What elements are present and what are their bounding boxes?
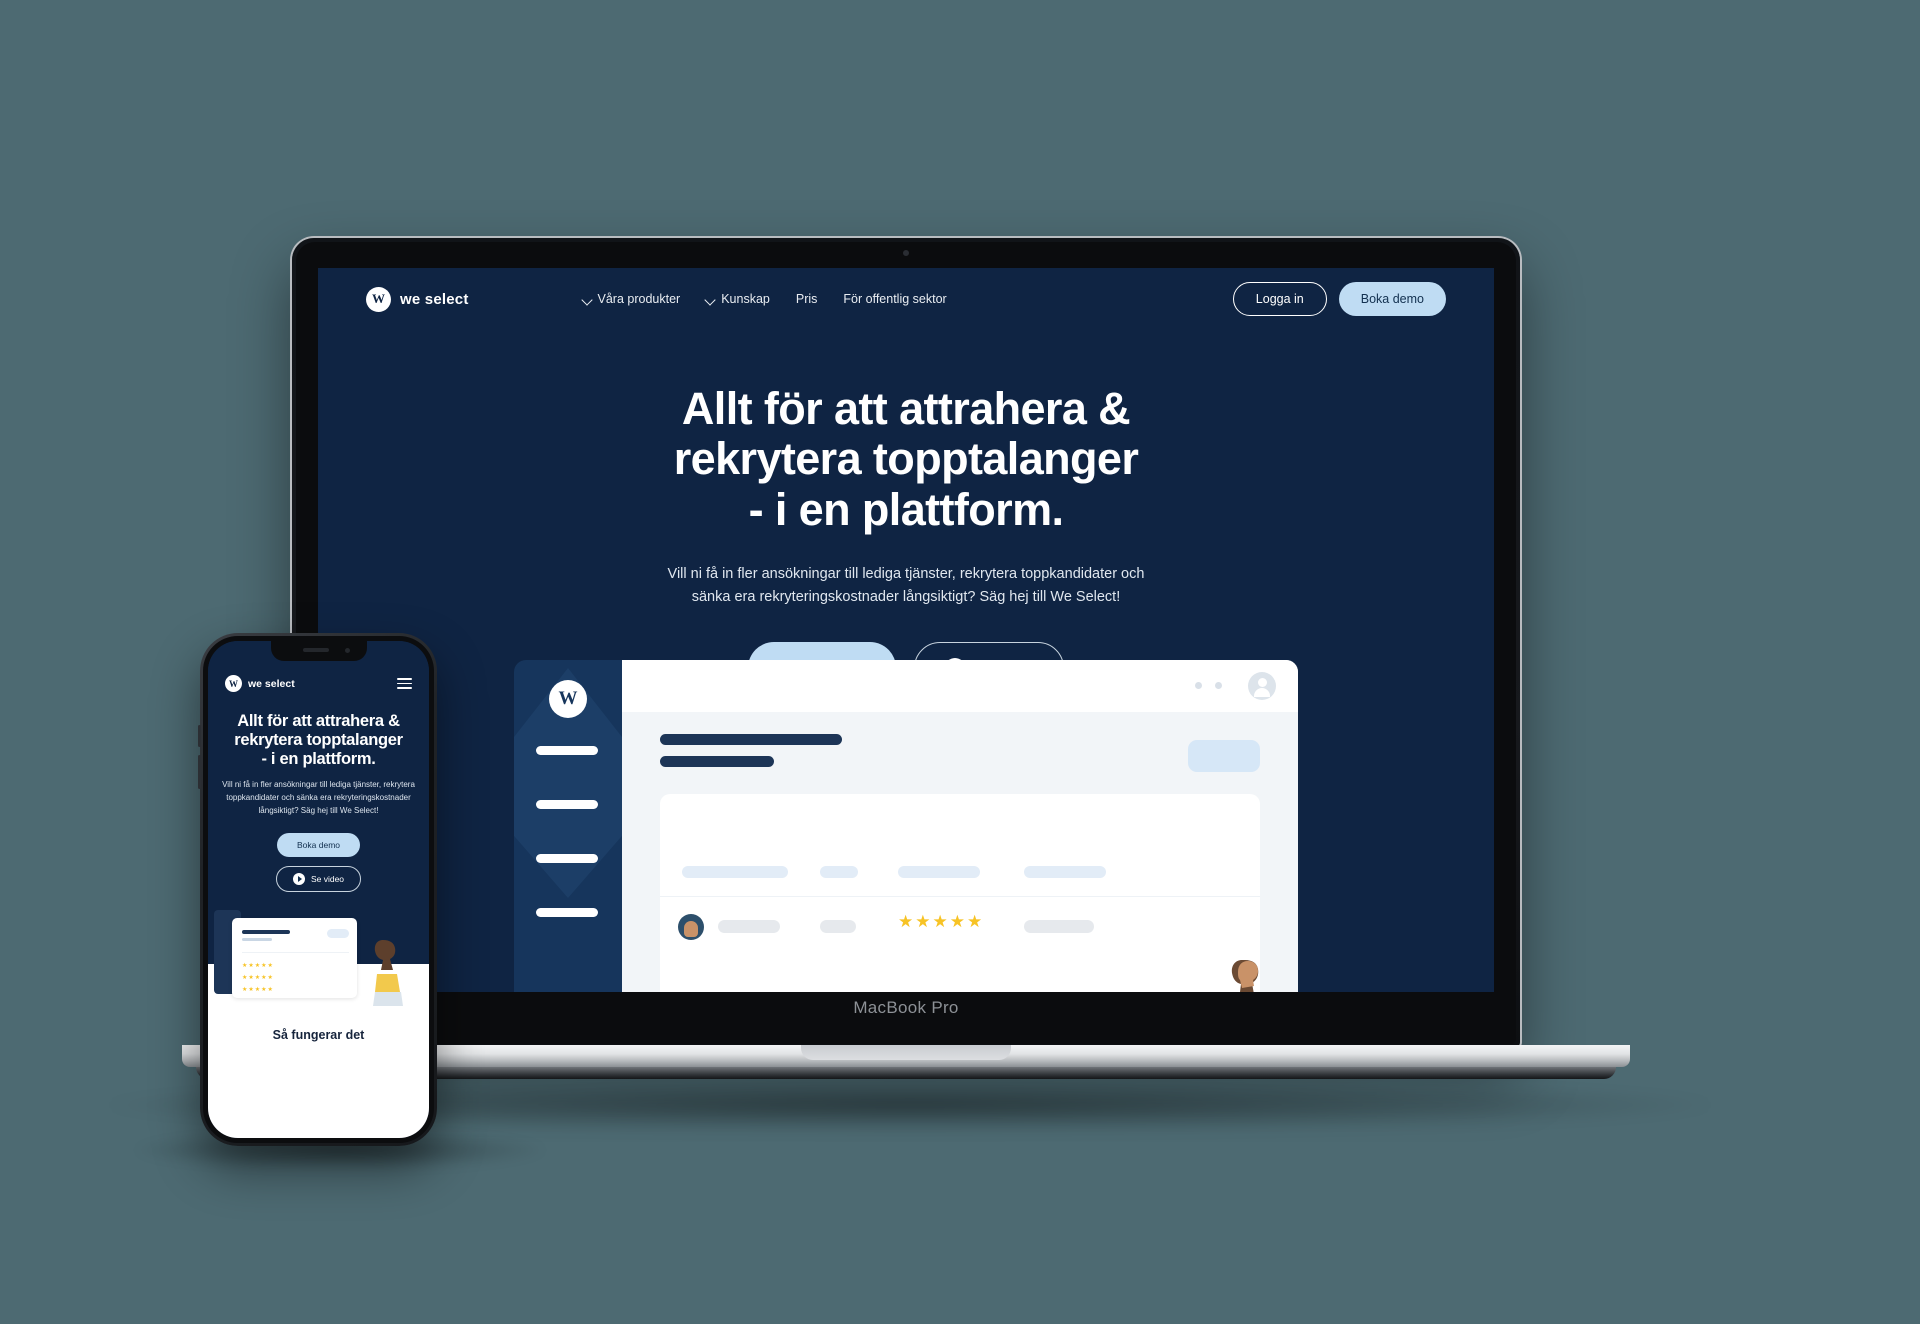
mockup-table-header-cell — [1024, 866, 1106, 878]
phone-book-demo-button[interactable]: Boka demo — [277, 832, 360, 857]
mockup-sidebar-item[interactable] — [536, 800, 598, 809]
mockup-table-header-cell — [898, 866, 980, 878]
phone-watch-video-button[interactable]: Se video — [275, 865, 362, 892]
nav-item-label: Våra produkter — [597, 292, 681, 306]
phone-how-it-works-section: Så fungerar det — [208, 1005, 429, 1138]
mockup-dot-icon — [1215, 682, 1222, 689]
we-select-logo-icon: W — [366, 286, 391, 312]
nav-item-label: Kunskap — [721, 292, 770, 306]
desktop-website: W we select Våra produkter Kunskap Pris — [318, 268, 1494, 992]
nav-item-vara-produkter[interactable]: Våra produkter — [583, 292, 681, 306]
mockup-sidebar-item[interactable] — [536, 908, 598, 917]
mockup-table-divider — [660, 896, 1260, 897]
mockup-table-header-cell — [820, 866, 858, 878]
hero-heading-line-1: Allt för att attrahera & — [681, 383, 1131, 434]
phone-screen: W we select Allt för att attrahera & rek… — [208, 641, 429, 1138]
phone-website: W we select Allt för att attrahera & rek… — [208, 641, 429, 1138]
play-icon — [292, 872, 305, 885]
mockup-action-button[interactable] — [1188, 740, 1260, 772]
woman-illustration-icon — [373, 939, 403, 1006]
mockup-sidebar: W — [514, 660, 622, 992]
chevron-down-icon — [583, 295, 592, 304]
mockup-title-bar — [660, 734, 842, 745]
hero-heading-line-3: - i en plattform. — [748, 483, 1064, 535]
laptop-lid: W we select Våra produkter Kunskap Pris — [292, 238, 1520, 1048]
phone-camera-icon — [344, 648, 350, 653]
hero-heading-line-2: rekrytera topptalanger — [673, 433, 1139, 485]
laptop-model-label: MacBook Pro — [853, 998, 959, 1017]
nav-item-kunskap[interactable]: Kunskap — [706, 292, 770, 306]
laptop-screen: W we select Våra produkter Kunskap Pris — [318, 268, 1494, 992]
mockup-body: ★★★★★ — [622, 712, 1298, 992]
we-select-logo-icon: W — [225, 675, 242, 692]
laptop-base-notch — [801, 1045, 1011, 1060]
app-mockup: W ★★★★★ — [514, 660, 1298, 992]
brand-logo-text: we select — [400, 290, 469, 308]
phone-brand-logo-text: we select — [248, 677, 295, 690]
phone-hero-cta-group: Boka demo Se video — [222, 832, 415, 892]
hamburger-line — [397, 682, 412, 685]
hamburger-line — [397, 677, 412, 680]
hero-subheading-line-1: Vill ni få in fler ansökningar till ledi… — [667, 566, 1145, 583]
site-navbar: W we select Våra produkter Kunskap Pris — [318, 268, 1494, 330]
hamburger-line — [397, 687, 412, 690]
phone-volume-down-button[interactable] — [198, 755, 201, 789]
hero-heading: Allt för att attrahera & rekrytera toppt… — [318, 383, 1494, 535]
login-button[interactable]: Logga in — [1232, 282, 1327, 316]
user-avatar-icon[interactable] — [1248, 672, 1276, 700]
star-rating: ★★★★★ — [898, 912, 985, 931]
mockup-table-header-cell — [682, 866, 788, 878]
phone-brand-logo[interactable]: W we select — [225, 675, 295, 692]
person-photo-icon — [678, 914, 704, 940]
mockup-logo-icon: W — [549, 680, 587, 718]
mockup-dot-icon — [1195, 682, 1202, 689]
woman-illustration-icon — [1231, 960, 1259, 992]
phone-notch — [270, 641, 367, 661]
webcam-icon — [903, 250, 909, 256]
chevron-down-icon — [706, 295, 715, 304]
dashboard-illustration-icon: ★★★★★ ★★★★★ ★★★★★ — [208, 906, 429, 1006]
mockup-cell — [718, 920, 780, 933]
mockup-topbar — [622, 660, 1298, 712]
phone-watch-video-label: Se video — [310, 873, 345, 884]
phone-speaker-icon — [302, 648, 329, 652]
nav-actions: Logga in Boka demo — [1232, 282, 1446, 316]
illustration-dashboard-card: ★★★★★ ★★★★★ ★★★★★ — [232, 917, 357, 998]
nav-links: Våra produkter Kunskap Pris För offentli… — [583, 292, 947, 306]
hero-subheading: Vill ni få in fler ansökningar till ledi… — [646, 563, 1166, 608]
phone-section-heading: Så fungerar det — [272, 1027, 365, 1042]
phone-hero-subheading: Vill ni få in fler ansökningar till ledi… — [222, 779, 415, 815]
mockup-cell — [1024, 920, 1094, 933]
phone-volume-up-button[interactable] — [198, 725, 201, 747]
laptop-device: W we select Våra produkter Kunskap Pris — [292, 238, 1520, 1048]
phone-device: W we select Allt för att attrahera & rek… — [198, 633, 437, 1146]
phone-hero-heading-line-2: rekrytera topptalanger — [234, 730, 403, 749]
phone-hero-heading-line-3: - i en plattform. — [261, 749, 376, 768]
phone-hero-heading: Allt för att attrahera & rekrytera toppt… — [222, 712, 415, 769]
mockup-cell — [820, 920, 856, 933]
mockup-sidebar-item[interactable] — [536, 854, 598, 863]
hero-section: Allt för att attrahera & rekrytera toppt… — [318, 330, 1494, 695]
phone-hero-wrap: W we select Allt för att attrahera & rek… — [208, 641, 429, 1006]
hero-subheading-line-2: sänka era rekryteringskostnader långsikt… — [691, 588, 1121, 605]
mockup-subtitle-bar — [660, 756, 774, 767]
phone-hero-section: Allt för att attrahera & rekrytera toppt… — [208, 692, 429, 892]
mockup-sidebar-item[interactable] — [536, 746, 598, 755]
nav-item-pris[interactable]: Pris — [796, 292, 818, 306]
book-demo-nav-button[interactable]: Boka demo — [1338, 282, 1446, 316]
mockup-table-card: ★★★★★ — [660, 794, 1260, 992]
nav-item-for-offentlig-sektor[interactable]: För offentlig sektor — [843, 292, 946, 306]
phone-hero-heading-line-1: Allt för att attrahera & — [237, 712, 400, 730]
brand-logo[interactable]: W we select — [366, 286, 469, 312]
hamburger-menu-icon[interactable] — [397, 677, 412, 690]
mockup-main-panel: ★★★★★ — [622, 660, 1298, 992]
phone-frame: W we select Allt för att attrahera & rek… — [198, 633, 437, 1146]
